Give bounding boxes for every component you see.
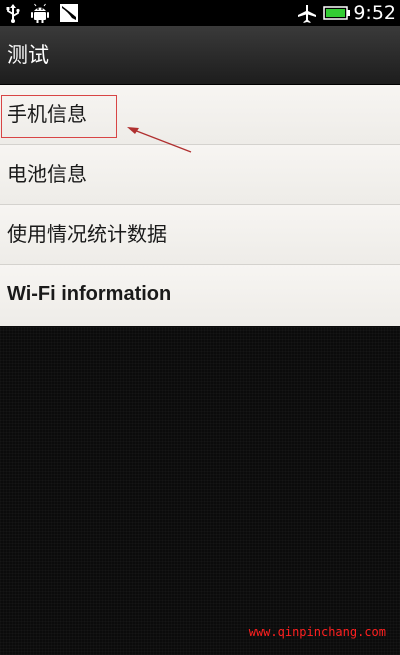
- status-time: 9:52: [353, 2, 396, 24]
- list-item-label: 使用情况统计数据: [7, 222, 167, 246]
- watermark-text: www.qinpinchang.com: [248, 625, 386, 639]
- list-item-label: 电池信息: [7, 162, 87, 186]
- title-bar: 测试: [0, 26, 400, 85]
- settings-list: 手机信息 电池信息 使用情况统计数据 Wi-Fi information: [0, 85, 400, 326]
- status-bar: 9:52: [0, 0, 400, 26]
- battery-icon: [323, 6, 350, 20]
- list-item-label: 手机信息: [7, 102, 87, 126]
- empty-background: [0, 327, 400, 655]
- list-item-phone-info[interactable]: 手机信息: [0, 85, 400, 145]
- list-item-battery-info[interactable]: 电池信息: [0, 145, 400, 205]
- notification-icon: [60, 4, 78, 22]
- usb-icon: [6, 4, 20, 23]
- airplane-mode-icon: [298, 5, 316, 23]
- list-item-wifi-information[interactable]: Wi-Fi information: [0, 265, 400, 326]
- list-item-usage-stats[interactable]: 使用情况统计数据: [0, 205, 400, 265]
- page-title: 测试: [7, 43, 49, 67]
- android-debug-icon: [31, 3, 49, 23]
- list-item-label: Wi-Fi information: [7, 283, 172, 305]
